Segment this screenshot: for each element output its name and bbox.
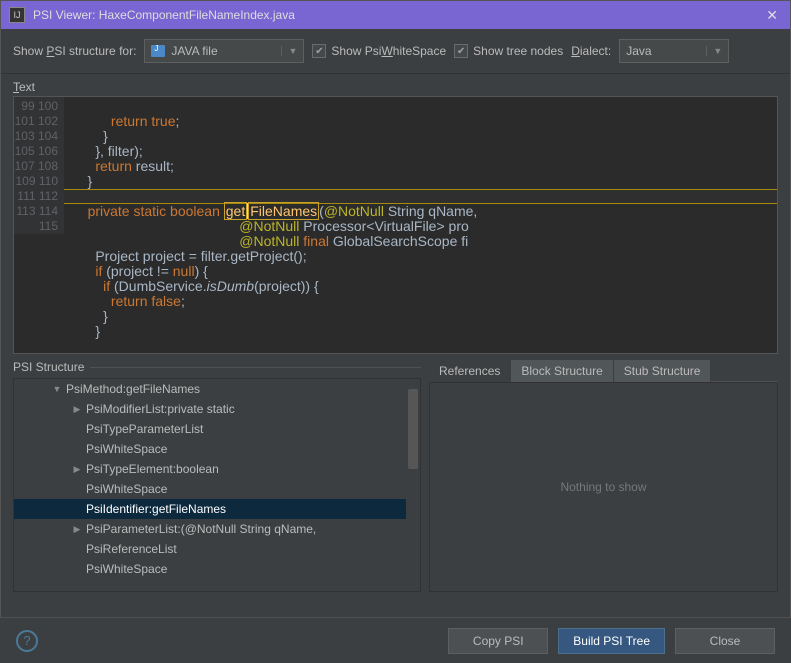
code-editor[interactable]: 99 100 101 102 103 104 105 106 107 108 1… [13, 96, 778, 354]
checkbox-checked-icon: ✔ [454, 44, 468, 58]
tree-label: PsiWhiteSpace [84, 562, 167, 576]
psi-structure-header: PSI Structure [13, 360, 84, 374]
titlebar: IJ PSI Viewer: HaxeComponentFileNameInde… [1, 1, 790, 29]
detail-tabs: ReferencesBlock StructureStub Structure [429, 360, 778, 382]
tree-row[interactable]: PsiReferenceList [14, 539, 406, 559]
window-title: PSI Viewer: HaxeComponentFileNameIndex.j… [33, 8, 762, 22]
tree-row[interactable]: PsiWhiteSpace [14, 559, 406, 579]
scrollbar-thumb[interactable] [408, 389, 418, 469]
line-gutter: 99 100 101 102 103 104 105 106 107 108 1… [14, 97, 64, 234]
checkbox-checked-icon: ✔ [312, 44, 326, 58]
tree-label: PsiWhiteSpace [84, 482, 167, 496]
detail-body: Nothing to show [429, 382, 778, 592]
file-type-value: JAVA file [171, 44, 217, 58]
toolbar: Show PSI structure for: JAVA file ▼ ✔ Sh… [1, 29, 790, 74]
code-area[interactable]: return true; } }, filter); return result… [64, 97, 777, 354]
build-psi-tree-button[interactable]: Build PSI Tree [558, 628, 665, 654]
close-button[interactable]: Close [675, 628, 775, 654]
tree-row[interactable]: ▶PsiParameterList:(@NotNull String qName… [14, 519, 406, 539]
tree-row[interactable]: PsiWhiteSpace [14, 439, 406, 459]
tab-references[interactable]: References [429, 360, 511, 382]
chevron-down-icon[interactable]: ▼ [50, 384, 64, 394]
help-icon[interactable]: ? [16, 630, 38, 652]
chevron-right-icon[interactable]: ▶ [70, 404, 84, 415]
tree-label: PsiWhiteSpace [84, 442, 167, 456]
close-icon[interactable]: ✕ [762, 7, 782, 24]
tree-label: PsiIdentifier:getFileNames [84, 502, 226, 516]
app-icon: IJ [9, 7, 25, 23]
tree-label: PsiReferenceList [84, 542, 177, 556]
tree-label: PsiModifierList:private static [84, 402, 235, 416]
psi-structure-panel: PSI Structure ▼PsiMethod:getFileNames▶Ps… [13, 360, 421, 592]
structure-for-label: Show PSI structure for: [13, 44, 136, 58]
dialect-label: Dialect: [571, 44, 611, 58]
tree-row[interactable]: ▶PsiTypeElement:boolean [14, 459, 406, 479]
tree-row[interactable]: PsiTypeParameterList [14, 419, 406, 439]
tree-row[interactable]: PsiIdentifier:getFileNames [14, 499, 406, 519]
tab-stub-structure[interactable]: Stub Structure [614, 360, 712, 382]
chevron-down-icon: ▼ [706, 46, 722, 56]
show-whitespace-checkbox[interactable]: ✔ Show PsiWhiteSpace [312, 44, 446, 58]
dialect-value: Java [626, 44, 651, 58]
tree-row[interactable]: ▼PsiMethod:getFileNames [14, 379, 406, 399]
dialog-footer: ? Copy PSI Build PSI Tree Close [0, 617, 791, 663]
detail-panel: ReferencesBlock StructureStub Structure … [429, 360, 778, 592]
text-section-label: Text [1, 74, 790, 96]
chevron-right-icon[interactable]: ▶ [70, 524, 84, 535]
tree-row[interactable]: PsiWhiteSpace [14, 479, 406, 499]
tree-label: PsiTypeElement:boolean [84, 462, 219, 476]
file-type-dropdown[interactable]: JAVA file ▼ [144, 39, 304, 63]
java-file-icon [151, 45, 165, 57]
chevron-down-icon: ▼ [281, 46, 297, 56]
scrollbar[interactable] [406, 379, 420, 591]
copy-psi-button[interactable]: Copy PSI [448, 628, 548, 654]
tree-label: PsiMethod:getFileNames [64, 382, 200, 396]
tab-block-structure[interactable]: Block Structure [511, 360, 613, 382]
tree-label: PsiParameterList:(@NotNull String qName, [84, 522, 316, 536]
psi-tree[interactable]: ▼PsiMethod:getFileNames▶PsiModifierList:… [13, 378, 421, 592]
tree-label: PsiTypeParameterList [84, 422, 203, 436]
dialect-dropdown[interactable]: Java ▼ [619, 39, 729, 63]
chevron-right-icon[interactable]: ▶ [70, 464, 84, 475]
tree-row[interactable]: ▶PsiModifierList:private static [14, 399, 406, 419]
empty-text: Nothing to show [560, 480, 646, 494]
show-tree-nodes-checkbox[interactable]: ✔ Show tree nodes [454, 44, 563, 58]
